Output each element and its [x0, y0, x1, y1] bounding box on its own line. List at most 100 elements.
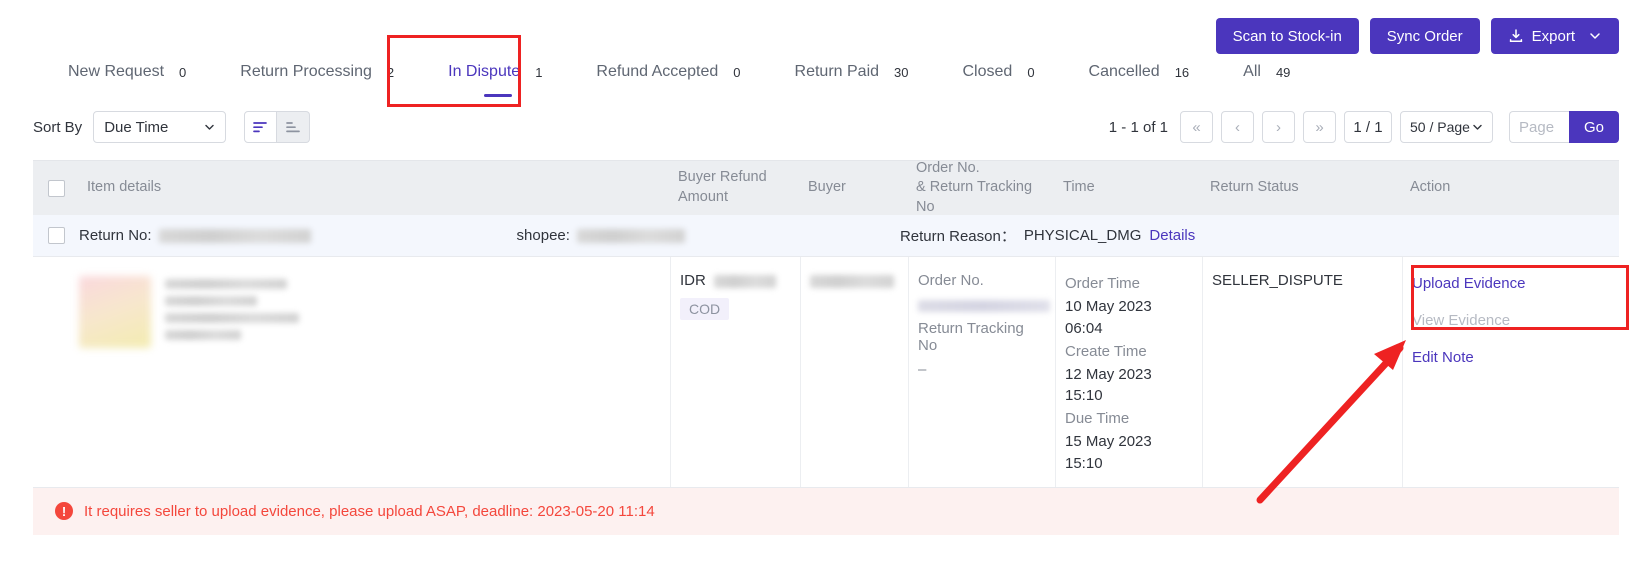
- tab-refund-accepted[interactable]: Refund Accepted 0: [572, 52, 770, 92]
- page-indicator[interactable]: 1 / 1: [1344, 111, 1392, 143]
- scan-to-stock-in-button[interactable]: Scan to Stock-in: [1215, 18, 1359, 54]
- header-line-1: Buyer Refund: [678, 169, 767, 186]
- view-evidence-link: View Evidence: [1412, 312, 1511, 329]
- sort-descending-button[interactable]: [277, 111, 311, 143]
- scan-to-stock-in-label: Scan to Stock-in: [1232, 27, 1342, 45]
- return-reason-details-link[interactable]: Details: [1149, 227, 1195, 244]
- page-actions-toolbar: Scan to Stock-in Sync Order Export: [1215, 18, 1619, 54]
- sort-by-value: Due Time: [104, 118, 169, 136]
- edit-note-link[interactable]: Edit Note: [1412, 349, 1558, 366]
- previous-page-button[interactable]: ‹: [1221, 111, 1254, 143]
- header-order-no: Order No. & Return Tracking No: [908, 159, 1055, 218]
- next-page-button[interactable]: ›: [1262, 111, 1295, 143]
- order-no-value-redacted: [918, 300, 1050, 313]
- sort-ascending-button[interactable]: [244, 111, 278, 143]
- chevron-down-icon: [1471, 121, 1484, 134]
- table-row-subheader: Return No: shopee: Return Reason： PHYSIC…: [33, 215, 1619, 257]
- order-time-clock: 06:04: [1065, 319, 1103, 337]
- list-controls: Sort By Due Time 1 - 1 of 1 « ‹ › » 1 / …: [0, 105, 1631, 149]
- cell-time: Order Time 10 May 2023 06:04 Create Time…: [1055, 257, 1202, 487]
- tab-label: Return Paid: [794, 63, 880, 80]
- upload-evidence-link[interactable]: Upload Evidence: [1412, 275, 1558, 292]
- return-reason-value: PHYSICAL_DMG: [1023, 227, 1142, 244]
- tab-in-dispute[interactable]: In Dispute 1: [424, 52, 572, 97]
- return-no-value-redacted: [158, 228, 311, 243]
- header-line-1: Order No.: [916, 159, 980, 176]
- header-time: Time: [1063, 179, 1095, 196]
- chevron-down-icon: [1588, 29, 1602, 43]
- page-number-input[interactable]: [1509, 111, 1569, 143]
- returns-management-page: Scan to Stock-in Sync Order Export New R…: [0, 0, 1631, 571]
- cell-action: Upload Evidence View Evidence Edit Note: [1402, 257, 1567, 487]
- sync-order-label: Sync Order: [1386, 27, 1463, 45]
- row-checkbox[interactable]: [47, 227, 65, 244]
- tab-count-badge: 49: [1269, 62, 1297, 82]
- return-reason-label: Return Reason：: [899, 228, 1016, 245]
- create-time-date: 12 May 2023: [1065, 365, 1152, 383]
- page-size-value: 50 / Page: [1410, 119, 1470, 135]
- due-time-date: 15 May 2023: [1065, 433, 1152, 450]
- go-button[interactable]: Go: [1569, 111, 1619, 143]
- first-page-button[interactable]: «: [1180, 111, 1213, 143]
- header-line-2: & Return Tracking No: [916, 179, 1033, 215]
- warning-text: It requires seller to upload evidence, p…: [84, 502, 655, 520]
- tab-label: In Dispute: [448, 63, 521, 80]
- order-time-date: 10 May 2023: [1065, 298, 1152, 315]
- evidence-deadline-warning: ! It requires seller to upload evidence,…: [33, 487, 1619, 535]
- cell-return-status: SELLER_DISPUTE: [1202, 257, 1402, 487]
- table-row: IDR COD Order No. Return Tracking No – O…: [33, 257, 1619, 488]
- cell-buyer-refund-amount: IDR COD: [670, 257, 800, 487]
- tab-label: Refund Accepted: [596, 63, 719, 80]
- sort-by-label: Sort By: [33, 118, 83, 136]
- last-page-button[interactable]: »: [1303, 111, 1336, 143]
- create-time-clock: 15:10: [1065, 387, 1103, 405]
- select-all-cell: [33, 179, 79, 197]
- sort-by-select[interactable]: Due Time: [93, 111, 227, 143]
- tab-all[interactable]: All 49: [1219, 52, 1320, 92]
- tab-label: Cancelled: [1088, 63, 1160, 80]
- header-action: Action: [1410, 179, 1451, 196]
- return-no-group: Return No:: [79, 227, 311, 244]
- buyer-name-redacted: [810, 274, 894, 288]
- row-select-cell: [33, 227, 79, 244]
- header-buyer: Buyer: [808, 179, 846, 196]
- tab-count-badge: 0: [1021, 62, 1041, 82]
- tab-new-request[interactable]: New Request 0: [44, 52, 216, 92]
- shopee-group: shopee:: [517, 227, 685, 244]
- tab-closed[interactable]: Closed 0: [939, 52, 1065, 92]
- page-size-select[interactable]: 50 / Page: [1400, 111, 1493, 143]
- tab-cancelled[interactable]: Cancelled 16: [1065, 52, 1220, 92]
- select-all-checkbox[interactable]: [47, 179, 65, 197]
- due-time-label: Due Time: [1065, 410, 1130, 427]
- header-buyer-refund-amount: Buyer Refund Amount: [670, 168, 800, 207]
- returns-table: Item details Buyer Refund Amount Buyer O…: [33, 160, 1619, 571]
- shopee-value-redacted: [576, 228, 685, 243]
- product-text-redacted: [165, 276, 299, 348]
- exclamation-circle-icon: !: [55, 502, 73, 520]
- tab-return-paid[interactable]: Return Paid 30: [771, 52, 939, 92]
- export-button[interactable]: Export: [1490, 18, 1619, 54]
- order-no-label: Order No.: [918, 272, 984, 289]
- export-label: Export: [1531, 27, 1575, 45]
- return-no-label: Return No:: [79, 227, 152, 244]
- sync-order-button[interactable]: Sync Order: [1369, 18, 1480, 54]
- pagination: 1 - 1 of 1 « ‹ › » 1 / 1 50 / Page Go: [1109, 111, 1631, 143]
- tab-count-badge: 0: [173, 62, 193, 82]
- tab-label: All: [1243, 63, 1261, 80]
- active-tab-indicator: [484, 94, 513, 97]
- return-tracking-value: –: [918, 361, 927, 378]
- tab-count-badge: 0: [727, 62, 747, 82]
- sort-direction-toggles: [244, 111, 311, 143]
- tab-count-badge: 2: [380, 62, 401, 82]
- return-reason-group: Return Reason： PHYSICAL_DMG Details: [900, 225, 1195, 246]
- tab-return-processing[interactable]: Return Processing 2: [216, 52, 424, 92]
- cell-buyer: [800, 257, 908, 487]
- cell-item-details: [33, 257, 670, 487]
- return-tracking-label: Return Tracking No: [918, 320, 1024, 354]
- tab-count-badge: 16: [1168, 62, 1196, 82]
- cod-badge: COD: [680, 298, 730, 320]
- shopee-label: shopee:: [516, 227, 570, 244]
- refund-amount-line: IDR: [680, 272, 791, 289]
- chevron-down-icon: [203, 121, 216, 134]
- currency-code: IDR: [680, 272, 706, 289]
